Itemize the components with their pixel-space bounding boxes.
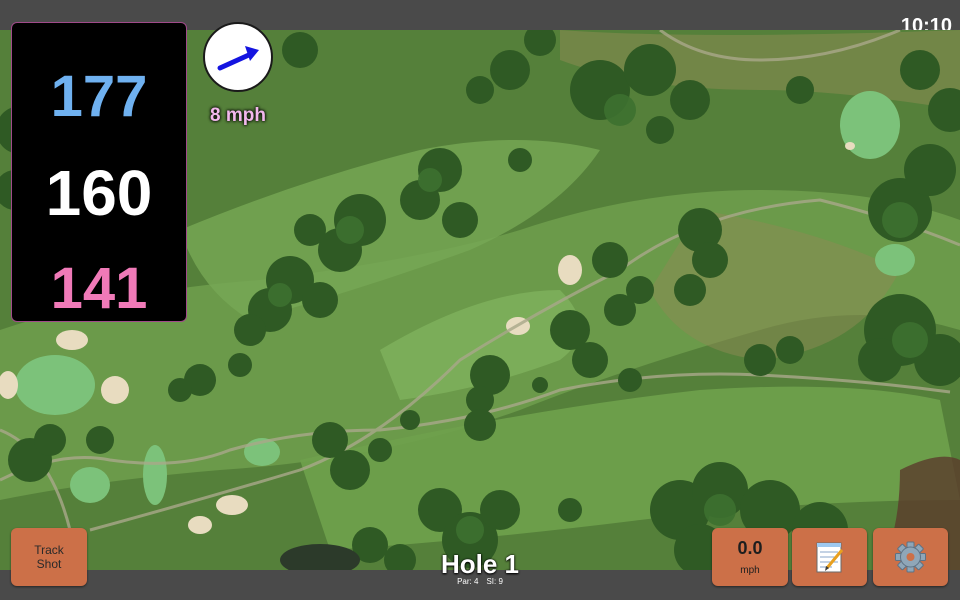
par-label: Par: 4 bbox=[457, 577, 479, 586]
wind-arrow-icon bbox=[217, 46, 259, 71]
speed-value: 0.0 bbox=[737, 538, 763, 558]
notepad-icon bbox=[816, 542, 844, 573]
track-shot-button[interactable]: Track Shot bbox=[11, 528, 87, 586]
scorecard-notes-button[interactable] bbox=[792, 528, 867, 586]
distance-panel: 177 160 141 bbox=[11, 22, 187, 322]
wind-speed: 8 mph bbox=[210, 105, 266, 126]
settings-button[interactable] bbox=[873, 528, 948, 586]
gear-icon bbox=[895, 541, 926, 573]
speed-button[interactable]: 0.0 mph bbox=[712, 528, 788, 586]
front-distance: 141 bbox=[50, 256, 148, 321]
hole-info: Par: 4 SI: 9 bbox=[380, 577, 580, 587]
wind-dial bbox=[203, 22, 273, 92]
back-distance: 177 bbox=[50, 64, 148, 129]
hole-title: Hole 1 bbox=[440, 549, 520, 579]
middle-distance: 160 bbox=[45, 157, 153, 229]
stroke-index-label: SI: 9 bbox=[486, 577, 503, 586]
speed-unit: mph bbox=[740, 565, 760, 576]
track-shot-label: Track Shot bbox=[34, 543, 64, 571]
